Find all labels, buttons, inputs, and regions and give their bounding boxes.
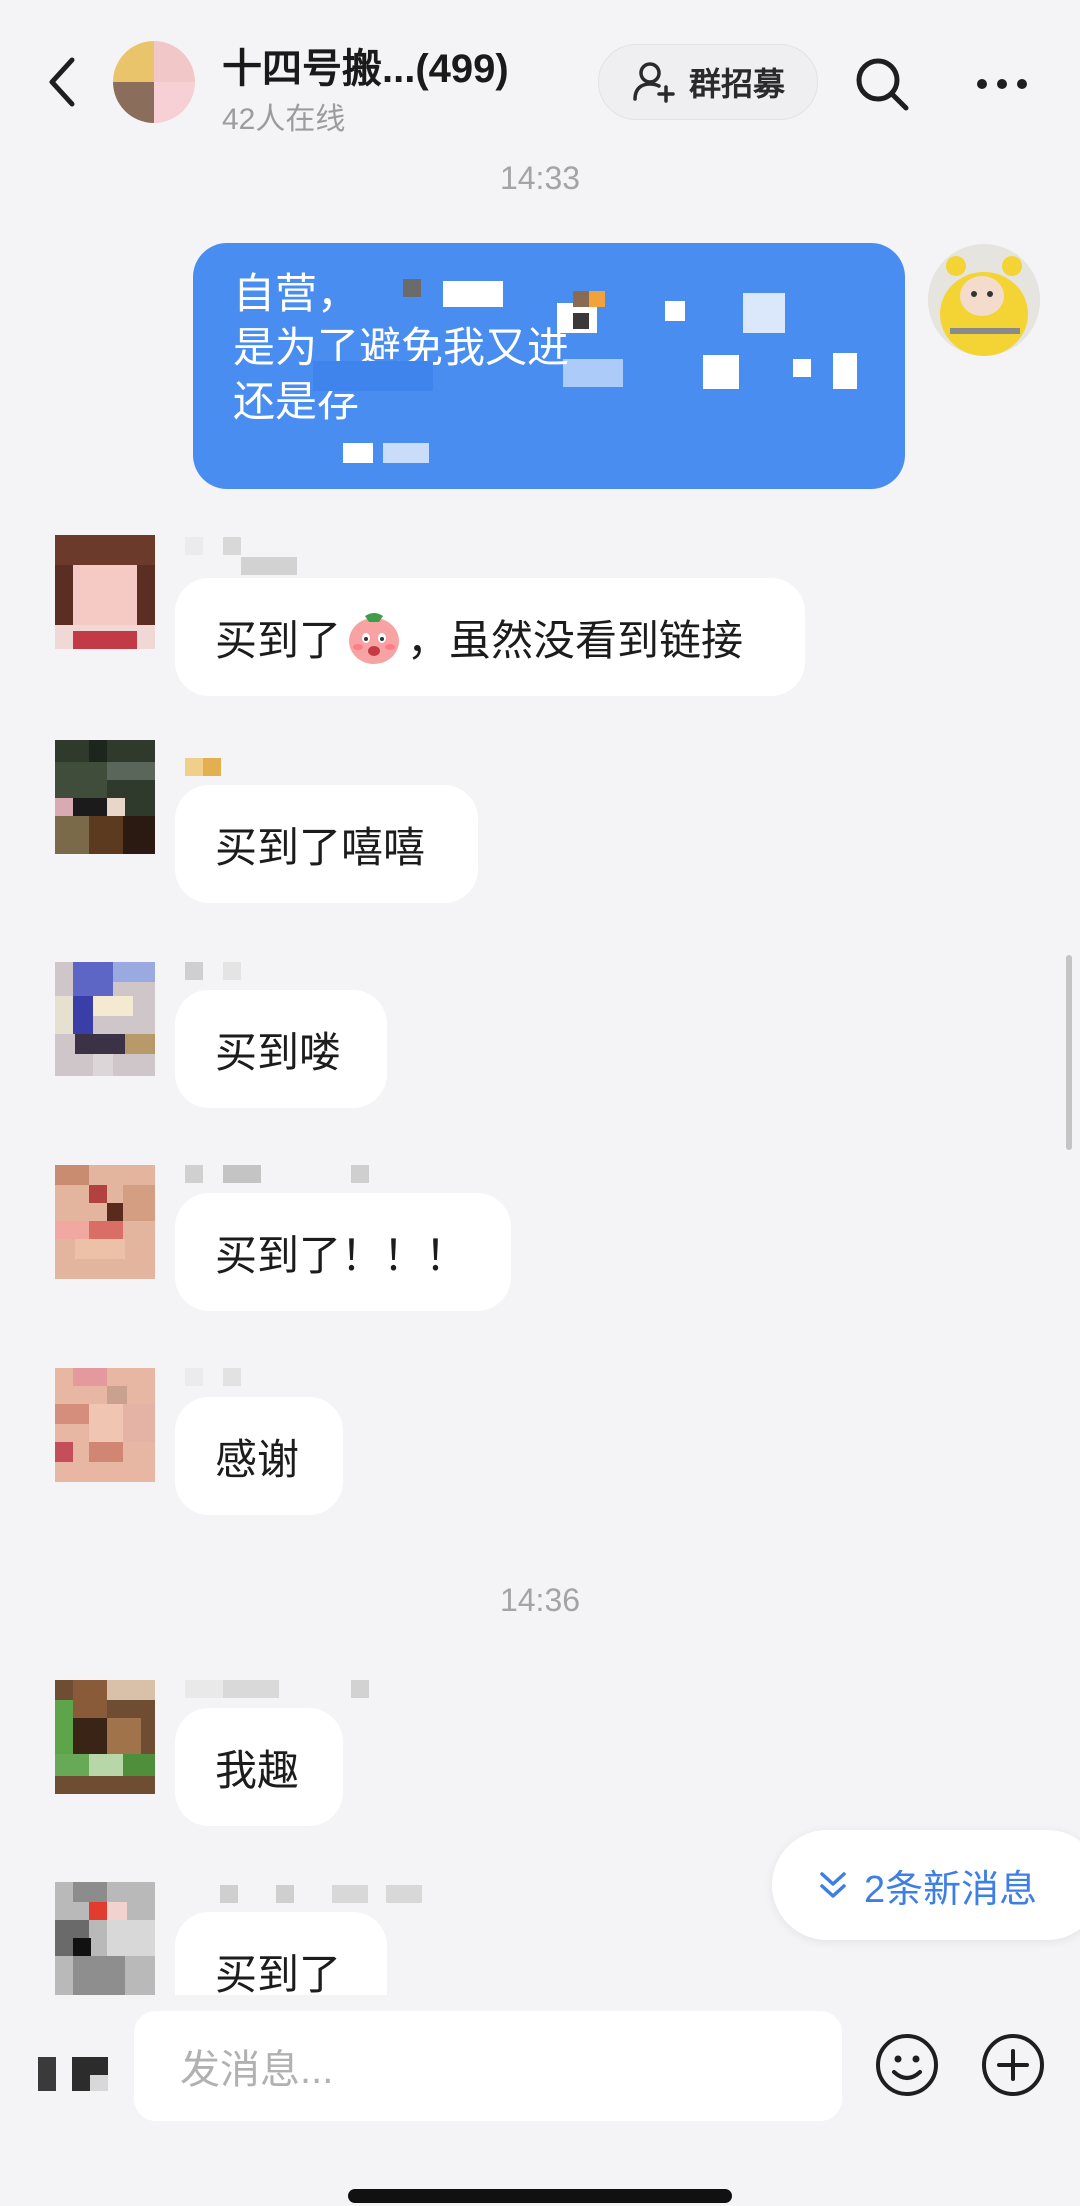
message-bubble[interactable]: 买到喽 — [175, 990, 387, 1108]
redaction-block — [833, 353, 857, 389]
redaction-block — [743, 293, 785, 333]
message-text: 感谢 — [215, 1435, 300, 1483]
nickname-redacted — [185, 1165, 375, 1183]
new-messages-button[interactable]: 2条新消息 — [772, 1830, 1080, 1940]
emoji-icon — [876, 2034, 938, 2096]
my-avatar[interactable] — [928, 244, 1040, 356]
message-bubble[interactable]: 感谢 — [175, 1397, 343, 1515]
redaction-block — [563, 359, 623, 387]
redaction-block — [573, 313, 589, 329]
redaction-block — [793, 359, 811, 377]
group-recruit-button[interactable]: 群招募 — [598, 44, 818, 120]
message-text: 买到喽 — [215, 1028, 342, 1076]
group-title[interactable]: 十四号搬...(499) — [222, 36, 509, 94]
plus-icon — [982, 2034, 1044, 2096]
redaction-block — [313, 361, 433, 391]
avatar[interactable] — [55, 1165, 155, 1279]
message-input-placeholder: 发消息... — [180, 2048, 334, 2092]
search-icon — [856, 58, 909, 111]
online-count: 42人在线 — [222, 103, 346, 136]
my-message-bubble[interactable]: 自营， 是为了避免我又进 还是存 — [193, 243, 905, 489]
chat-header: 十四号搬...(499) 42人在线 群招募 — [0, 0, 1080, 150]
blushing-sticker-icon — [349, 613, 400, 664]
message-text: 买到了！！！ — [215, 1231, 468, 1279]
message-text: 买到了嘻嘻 — [215, 823, 426, 871]
nickname-redacted — [185, 1368, 245, 1386]
group-recruit-label: 群招募 — [688, 66, 785, 102]
redaction-block — [443, 281, 503, 307]
double-chevron-down-icon — [820, 1872, 846, 1898]
message-bubble[interactable]: 买到了 ，虽然没看到链接 — [175, 578, 805, 696]
nickname-redacted — [185, 537, 305, 575]
plus-button[interactable] — [980, 2032, 1046, 2098]
nickname-redacted — [185, 758, 225, 776]
more-icon — [977, 79, 1027, 89]
redaction-block — [343, 443, 373, 463]
voice-icon — [38, 2057, 108, 2091]
input-bar: 发消息... — [0, 1995, 1080, 2206]
redaction-block — [383, 443, 429, 463]
avatar[interactable] — [55, 1368, 155, 1482]
group-avatar[interactable] — [113, 41, 195, 123]
redaction-block — [589, 291, 605, 307]
redaction-block — [573, 291, 589, 307]
redaction-block — [665, 301, 685, 321]
avatar[interactable] — [55, 740, 155, 854]
avatar[interactable] — [55, 1882, 155, 1996]
more-button[interactable] — [972, 54, 1032, 114]
home-indicator[interactable] — [348, 2189, 732, 2203]
search-button[interactable] — [852, 54, 912, 114]
avatar[interactable] — [55, 535, 155, 649]
nickname-redacted — [185, 1680, 375, 1698]
emoji-button[interactable] — [874, 2032, 940, 2098]
nickname-redacted — [220, 1885, 422, 1903]
message-input[interactable]: 发消息... — [134, 2011, 842, 2121]
message-bubble[interactable]: 我趣 — [175, 1708, 343, 1826]
timestamp: 14:36 — [499, 1582, 581, 1618]
message-bubble[interactable]: 买到了嘻嘻 — [175, 785, 478, 903]
redaction-block — [703, 355, 739, 389]
new-messages-label: 2条新消息 — [864, 1868, 1038, 1911]
back-button[interactable] — [40, 52, 86, 112]
timestamp: 14:33 — [499, 160, 581, 196]
chevron-left-icon — [49, 57, 75, 107]
add-user-icon — [633, 62, 675, 103]
message-text: 我趣 — [215, 1746, 300, 1794]
avatar[interactable] — [55, 1680, 155, 1794]
message-text: 买到了 — [215, 616, 342, 664]
redaction-block — [403, 279, 421, 297]
avatar[interactable] — [55, 962, 155, 1076]
scrollbar[interactable] — [1066, 955, 1072, 1150]
voice-button[interactable] — [30, 2045, 114, 2105]
nickname-redacted — [185, 962, 245, 980]
avatar-image — [928, 244, 1040, 356]
message-bubble[interactable]: 买到了！！！ — [175, 1193, 511, 1311]
message-text: 买到了 — [215, 1950, 342, 1998]
message-text: ，虽然没看到链接 — [407, 616, 744, 664]
